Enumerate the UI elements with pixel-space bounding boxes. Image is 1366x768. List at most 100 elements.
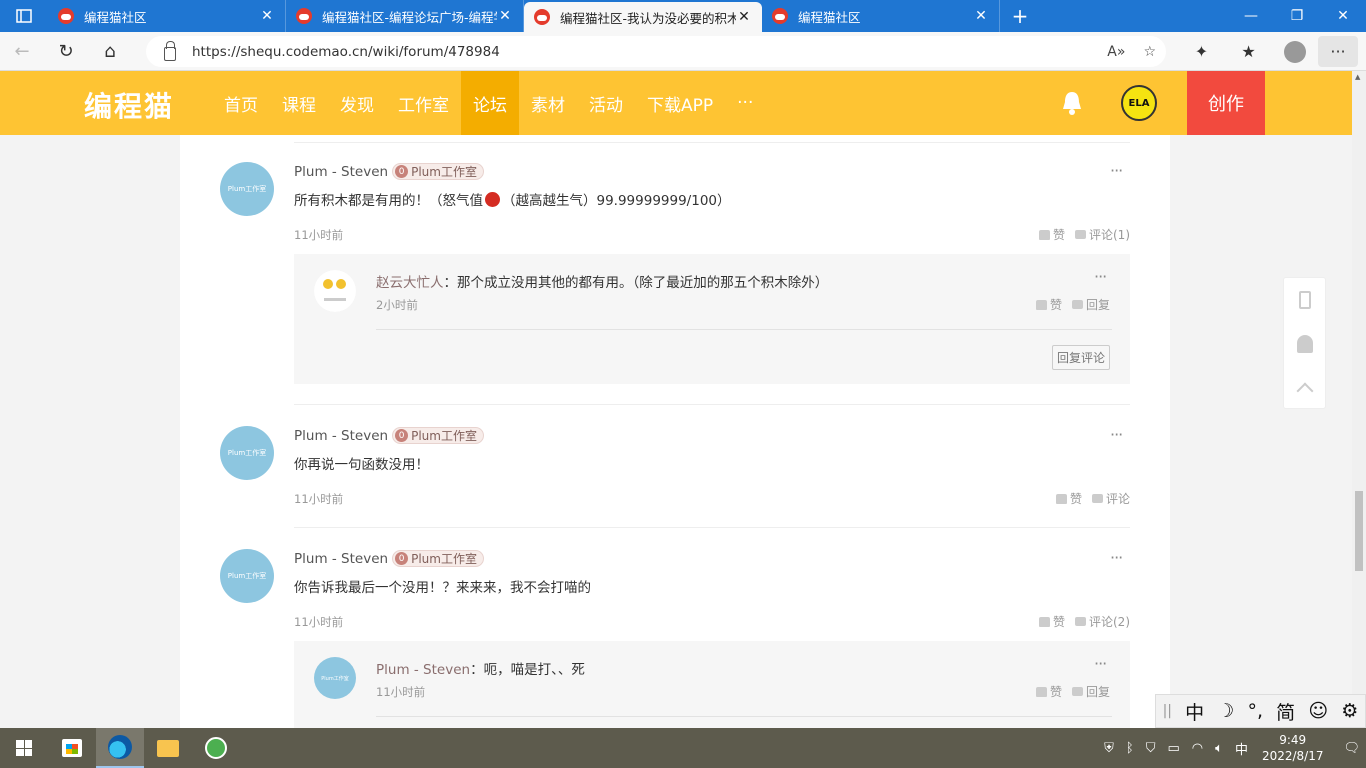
browser-tab[interactable]: 编程猫社区-编程论坛广场-编程学 ✕ <box>286 0 524 32</box>
refresh-icon[interactable]: ↻ <box>44 35 88 67</box>
site-logo[interactable]: 编程猫 <box>84 85 174 125</box>
reply-author[interactable]: Plum - Steven <box>376 662 470 678</box>
reply-comment-button[interactable]: 回复评论 <box>1051 345 1110 370</box>
ime-drag-handle[interactable]: || <box>1163 703 1172 719</box>
ime-moon-icon[interactable]: ☽ <box>1217 700 1234 722</box>
user-avatar[interactable]: ELA <box>1121 85 1157 121</box>
avatar[interactable]: Plum工作室 <box>220 426 274 480</box>
reply-button[interactable]: 回复 <box>1071 683 1110 700</box>
comment-button[interactable]: 评论 <box>1091 490 1130 507</box>
lock-icon[interactable] <box>164 40 176 61</box>
like-button[interactable]: 赞 <box>1055 490 1082 507</box>
settings-more-icon[interactable]: ··· <box>1318 36 1358 67</box>
favorites-icon[interactable]: ★ <box>1225 42 1272 61</box>
comment-author[interactable]: Plum - Steven <box>294 428 388 444</box>
nav-download-app[interactable]: 下载APP <box>635 71 725 135</box>
back-icon[interactable]: ← <box>0 35 44 67</box>
more-options-icon[interactable]: ··· <box>1094 267 1107 286</box>
comment-button[interactable]: 评论(1) <box>1075 226 1130 243</box>
home-icon[interactable]: ⌂ <box>88 35 132 67</box>
reply-author[interactable]: 赵云大忙人 <box>376 275 444 291</box>
nav-courses[interactable]: 课程 <box>270 71 328 135</box>
nav-more[interactable]: ··· <box>725 71 765 135</box>
nav-events[interactable]: 活动 <box>577 71 635 135</box>
ime-settings-icon[interactable]: ⚙ <box>1341 700 1358 722</box>
notifications-icon[interactable]: 🗨︎ <box>1343 741 1360 756</box>
mobile-app-button[interactable] <box>1284 278 1325 322</box>
nav-materials[interactable]: 素材 <box>519 71 577 135</box>
more-options-icon[interactable]: ··· <box>1110 161 1123 180</box>
tab-close-icon[interactable]: ✕ <box>973 8 989 24</box>
like-button[interactable]: 赞 <box>1035 296 1062 313</box>
url-text[interactable]: https://shequ.codemao.cn/wiki/forum/4789… <box>192 44 500 60</box>
scroll-up-icon[interactable]: ▲ <box>1355 73 1360 81</box>
comment-time: 11小时前 <box>294 492 344 506</box>
wifi-icon[interactable]: ◠ <box>1192 741 1203 756</box>
browser-tab[interactable]: 编程猫社区 ✕ <box>762 0 1000 32</box>
ime-punctuation-toggle[interactable]: °, <box>1247 700 1263 722</box>
avatar[interactable] <box>314 270 356 312</box>
studio-badge[interactable]: 0 Plum工作室 <box>392 550 484 567</box>
like-button[interactable]: 赞 <box>1038 226 1065 243</box>
avatar[interactable]: Plum工作室 <box>220 162 274 216</box>
studio-badge[interactable]: 0 Plum工作室 <box>392 163 484 180</box>
comment-author[interactable]: Plum - Steven <box>294 164 388 180</box>
read-aloud-icon[interactable]: A» <box>1107 44 1125 60</box>
browser-tab[interactable]: 编程猫社区 ✕ <box>48 0 286 32</box>
nav-home[interactable]: 首页 <box>212 71 270 135</box>
like-button[interactable]: 赞 <box>1038 613 1065 630</box>
nav-forum[interactable]: 论坛 <box>461 71 519 135</box>
nav-discover[interactable]: 发现 <box>328 71 386 135</box>
defender-icon[interactable]: ⛉ <box>1146 741 1156 756</box>
codemao-favicon-icon <box>772 8 788 24</box>
volume-icon[interactable]: 🔈︎ <box>1215 741 1223 756</box>
like-button[interactable]: 赞 <box>1035 683 1062 700</box>
scrollbar-thumb[interactable] <box>1355 491 1363 571</box>
input-language[interactable]: 中 <box>1235 739 1248 758</box>
new-tab-icon[interactable]: + <box>1000 0 1040 32</box>
tab-close-icon[interactable]: ✕ <box>497 8 513 24</box>
comment-actions: 赞 评论(1) <box>1038 226 1130 243</box>
taskbar-store[interactable] <box>48 728 96 768</box>
taskbar-explorer[interactable] <box>144 728 192 768</box>
nav-studio[interactable]: 工作室 <box>386 71 461 135</box>
more-options-icon[interactable]: ··· <box>1094 654 1107 673</box>
security-icon[interactable]: ⛨ <box>1104 741 1114 756</box>
close-window-icon[interactable]: ✕ <box>1320 0 1366 32</box>
comment-text: 你再说一句函数没用！ <box>294 457 429 473</box>
create-button[interactable]: 创作 <box>1187 71 1265 135</box>
bluetooth-icon[interactable]: ᛒ <box>1126 741 1134 756</box>
ime-emoji-icon[interactable]: ☺ <box>1308 700 1328 722</box>
clock[interactable]: 9:49 2022/8/17 <box>1262 732 1324 764</box>
more-options-icon[interactable]: ··· <box>1110 425 1123 444</box>
minimize-icon[interactable]: — <box>1228 0 1274 32</box>
tab-actions-icon[interactable] <box>0 0 48 32</box>
more-options-icon[interactable]: ··· <box>1110 548 1123 567</box>
power-icon[interactable]: ▭ <box>1167 741 1179 756</box>
tab-close-icon[interactable]: ✕ <box>259 8 275 24</box>
avatar[interactable]: Plum工作室 <box>314 657 356 699</box>
browser-tab-active[interactable]: 编程猫社区-我认为没必要的积木 ✕ <box>524 2 762 32</box>
address-bar[interactable]: https://shequ.codemao.cn/wiki/forum/4789… <box>146 36 1166 67</box>
taskbar-edge[interactable] <box>96 728 144 768</box>
reply-button[interactable]: 回复 <box>1071 296 1110 313</box>
add-favorite-icon[interactable]: ☆ <box>1143 44 1156 60</box>
restore-icon[interactable]: ❐ <box>1274 0 1320 32</box>
like-label: 赞 <box>1052 615 1065 629</box>
ime-language-toggle[interactable]: 中 <box>1185 698 1204 725</box>
ime-simplified-toggle[interactable]: 简 <box>1276 698 1295 725</box>
start-button[interactable] <box>0 728 48 768</box>
comment-header: Plum - Steven 0 Plum工作室 <box>294 427 484 444</box>
page-scrollbar[interactable]: ▲ <box>1352 71 1366 728</box>
comment-author[interactable]: Plum - Steven <box>294 551 388 567</box>
comment-button[interactable]: 评论(2) <box>1075 613 1130 630</box>
studio-badge[interactable]: 0 Plum工作室 <box>392 427 484 444</box>
taskbar-app[interactable] <box>192 728 240 768</box>
qq-button[interactable] <box>1284 322 1325 366</box>
tab-close-icon[interactable]: ✕ <box>736 9 752 25</box>
back-to-top-button[interactable] <box>1284 366 1325 410</box>
extensions-icon[interactable]: ✦ <box>1178 42 1225 61</box>
notification-bell-icon[interactable] <box>1060 90 1084 116</box>
avatar[interactable]: Plum工作室 <box>220 549 274 603</box>
profile-avatar[interactable] <box>1284 40 1306 63</box>
